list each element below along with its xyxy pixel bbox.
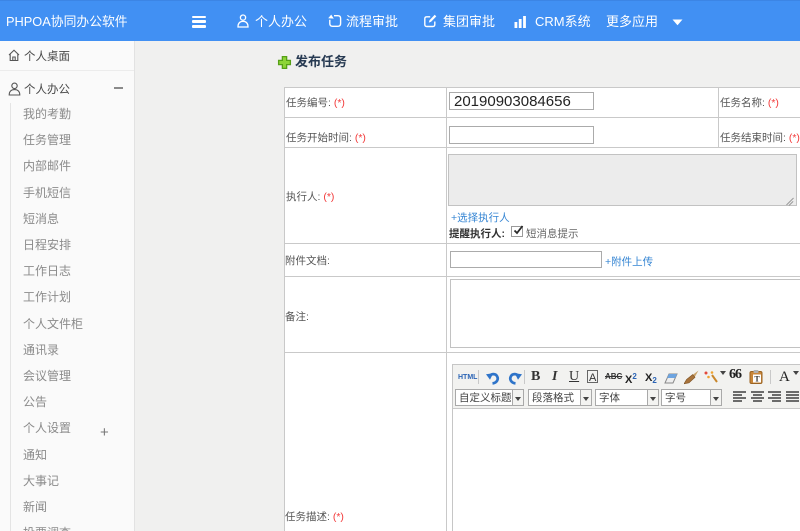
svg-text:T: T xyxy=(754,375,760,384)
